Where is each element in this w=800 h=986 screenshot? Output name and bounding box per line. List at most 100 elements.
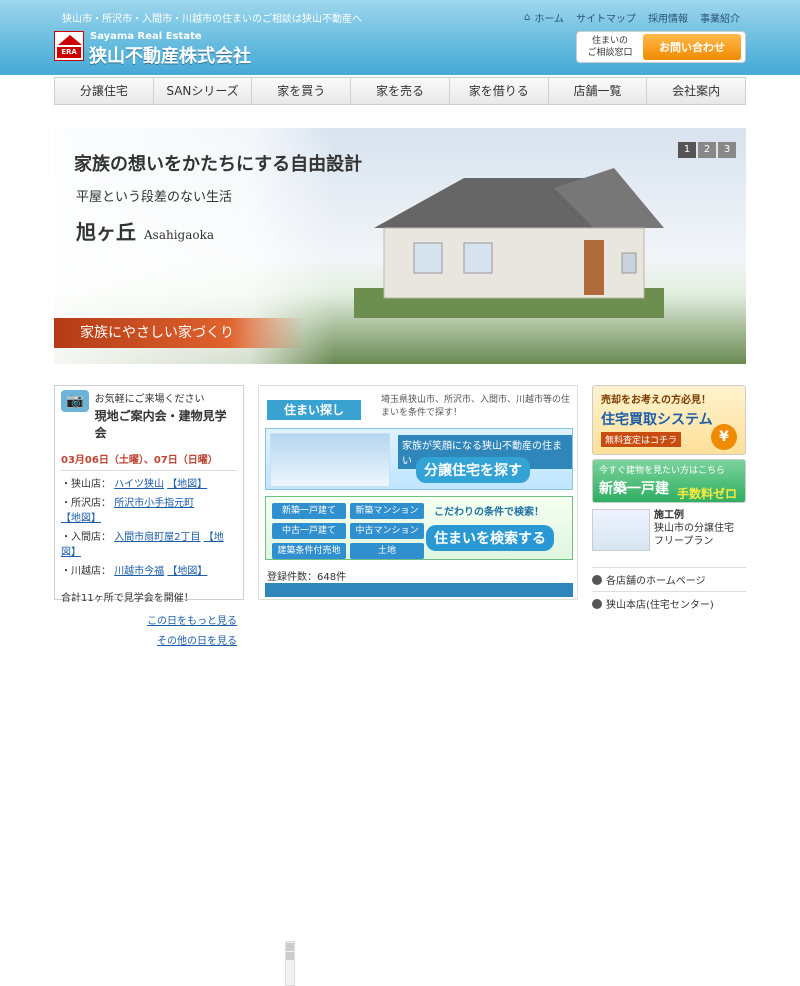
top-link-home[interactable]: ⌂ ホーム xyxy=(524,10,564,25)
open-house-list: ・狭山店： ハイツ狭山 【地図】 ・所沢店： 所沢市小手指元町 【地図】 ・入間… xyxy=(61,475,237,577)
nav-item-san-series[interactable]: SANシリーズ xyxy=(154,78,253,104)
open-house-row: ・狭山店： ハイツ狭山 【地図】 xyxy=(61,475,237,490)
category-new-house[interactable]: 新築一戸建て xyxy=(272,503,346,519)
category-grid: 新築一戸建て 新築マンション 中古一戸建て 中古マンション 建築条件付売地 土地 xyxy=(272,503,424,559)
category-used-mansion[interactable]: 中古マンション xyxy=(350,523,424,539)
example-photo xyxy=(592,509,650,551)
more-links: この日をもっと見る その他の日を見る xyxy=(61,612,237,647)
top-link-home-label: ホーム xyxy=(534,14,565,25)
example-desc: 狭山市の分譲住宅 フリープラン xyxy=(654,523,734,547)
other-days-link[interactable]: その他の日を見る xyxy=(157,632,237,647)
nav-item-sell[interactable]: 家を売る xyxy=(351,78,450,104)
location-link[interactable]: 川越市今福 xyxy=(114,566,164,577)
example-text: 施工例 狭山市の分譲住宅 フリープラン xyxy=(654,509,734,551)
search-description: 埼玉県狭山市、所沢市、入間市、川越市等の住まいを条件で探す！ xyxy=(381,395,571,418)
nav-item-rent[interactable]: 家を借りる xyxy=(450,78,549,104)
buyback-title: 住宅買取システム xyxy=(601,412,713,428)
map-link[interactable]: 【地図】 xyxy=(167,479,207,490)
house-illustration xyxy=(354,168,664,318)
hero-page-1[interactable]: 1 xyxy=(678,142,696,158)
store-label: ・所沢店： xyxy=(61,498,111,509)
camera-icon: 📷 xyxy=(61,390,89,412)
buyback-note: 無料査定はコチラ xyxy=(601,432,682,447)
era-logo[interactable]: ERA xyxy=(54,31,84,61)
top-link-sitemap[interactable]: サイトマップ xyxy=(576,10,636,25)
home-search-panel: 住まい探し 埼玉県狭山市、所沢市、入間市、川越市等の住まいを条件で探す！ 家族が… xyxy=(258,385,578,600)
category-used-house[interactable]: 中古一戸建て xyxy=(272,523,346,539)
nav-item-bunjo[interactable]: 分譲住宅 xyxy=(55,78,154,104)
tagline: 狭山市・所沢市・入間市・川越市の住まいのご相談は狭山不動産へ xyxy=(62,14,362,25)
new-house-top: 今すぐ建物を見たい方はこちら xyxy=(599,466,726,476)
location-link[interactable]: 所沢市小手指元町 xyxy=(114,498,194,509)
open-house-panel: 📷 お気軽にご来場ください 現地ご案内会・建物見学会 03月06日（土曜）、07… xyxy=(54,385,295,986)
category-new-mansion[interactable]: 新築マンション xyxy=(350,503,424,519)
site-header: 狭山市・所沢市・入間市・川越市の住まいのご相談は狭山不動産へ ⌂ ホーム サイト… xyxy=(0,0,800,75)
registration-count: 登録件数：648件 xyxy=(267,568,346,583)
brand-jp: 狭山不動産株式会社 xyxy=(89,46,251,67)
search-tag: 住まい探し xyxy=(267,400,361,420)
new-house-title: 新築一戸建 xyxy=(599,481,669,497)
nav-item-stores[interactable]: 店舗一覧 xyxy=(549,78,648,104)
visit-scrollbar[interactable] xyxy=(285,941,295,986)
open-house-date: 03月06日（土曜）、07日（日曜） xyxy=(61,451,237,471)
bullet-icon xyxy=(592,598,602,609)
open-house-row: ・入間店： 入間市扇町屋2丁目 【地図】 xyxy=(61,528,237,558)
yen-icon: ¥ xyxy=(711,424,737,450)
hero-banner: 家族にやさしい家づくり xyxy=(54,318,304,348)
open-house-row: ・川越店： 川越市今福 【地図】 xyxy=(61,562,237,577)
scroll-up-icon[interactable] xyxy=(286,943,294,951)
example-link[interactable]: 施工例 狭山市の分譲住宅 フリープラン xyxy=(592,509,746,551)
sayama-main-store-link[interactable]: 狭山本店(住宅センター) xyxy=(592,591,746,615)
bunjo-search-button[interactable]: 分譲住宅を探す xyxy=(416,457,530,483)
open-house-total: 合計11ヶ所で見学会を開催！ xyxy=(61,593,194,604)
consult-box: 住まいの ご相談窓口 お問い合わせ xyxy=(576,31,746,63)
nav-item-company[interactable]: 会社案内 xyxy=(647,78,745,104)
contact-button[interactable]: お問い合わせ xyxy=(643,34,741,60)
brand-en: Sayama Real Estate xyxy=(90,31,202,42)
store-label: ・川越店： xyxy=(61,566,111,577)
hero-page-3[interactable]: 3 xyxy=(718,142,736,158)
store-homepages-label: 各店舗のホームページ xyxy=(606,576,706,587)
open-house-header: 📷 お気軽にご来場ください 現地ご案内会・建物見学会 xyxy=(61,390,237,441)
new-house-banner[interactable]: 今すぐ建物を見たい方はこちら 新築一戸建 手数料ゼロ xyxy=(592,459,746,503)
bunjo-search-card[interactable]: 家族が笑顔になる狭山不動産の住まい 分譲住宅を探す xyxy=(265,428,573,490)
open-house-row: ・所沢店： 所沢市小手指元町 【地図】 xyxy=(61,494,237,524)
house-photo xyxy=(270,433,390,487)
hero-page-2[interactable]: 2 xyxy=(698,142,716,158)
location-link[interactable]: 入間市扇町屋2丁目 xyxy=(114,532,200,543)
store-links: 各店舗のホームページ 狭山本店(住宅センター) xyxy=(592,567,746,615)
logo-text: ERA xyxy=(57,47,81,58)
top-links: ⌂ ホーム サイトマップ 採用情報 事業紹介 xyxy=(524,10,740,25)
hero-subheadline: 平屋という段差のない生活 xyxy=(76,190,233,205)
store-homepages-link[interactable]: 各店舗のホームページ xyxy=(592,567,746,591)
consult-text: 住まいの ご相談窓口 xyxy=(587,36,633,58)
top-link-recruit[interactable]: 採用情報 xyxy=(648,10,688,25)
top-link-business[interactable]: 事業紹介 xyxy=(700,10,740,25)
open-house-small: お気軽にご来場ください xyxy=(94,394,205,405)
store-label: ・入間店： xyxy=(61,532,111,543)
map-link[interactable]: 【地図】 xyxy=(167,566,207,577)
registration-count-value: 648件 xyxy=(317,572,347,583)
home-icon: ⌂ xyxy=(524,12,531,23)
scroll-down-icon[interactable] xyxy=(286,952,294,960)
condition-search-card: 新築一戸建て 新築マンション 中古一戸建て 中古マンション 建築条件付売地 土地… xyxy=(265,496,573,560)
open-house-title: 現地ご案内会・建物見学会 xyxy=(94,409,227,440)
buyback-banner[interactable]: 売却をお考えの方必見！ 住宅買取システム 無料査定はコチラ ¥ xyxy=(592,385,746,455)
location-link[interactable]: ハイツ狭山 xyxy=(114,479,164,490)
category-building-land[interactable]: 建築条件付売地 xyxy=(272,543,346,559)
hero-pager: 1 2 3 xyxy=(678,142,736,158)
hero-slider[interactable]: 家族の想いをかたちにする自由設計 平屋という段差のない生活 旭ヶ丘 Asahiga… xyxy=(54,128,746,364)
category-land[interactable]: 土地 xyxy=(350,543,424,559)
main-nav: 分譲住宅 SANシリーズ 家を買う 家を売る 家を借りる 店舗一覧 会社案内 xyxy=(54,77,746,105)
sayama-main-store-label: 狭山本店(住宅センター) xyxy=(606,600,714,611)
hero-headline: 家族の想いをかたちにする自由設計 xyxy=(74,154,363,175)
registration-count-label: 登録件数： xyxy=(267,572,317,583)
logo-roof xyxy=(58,35,82,45)
condition-search-button[interactable]: 住まいを検索する xyxy=(426,525,554,551)
condition-note: こだわりの条件で検索！ xyxy=(434,507,544,518)
example-title: 施工例 xyxy=(654,510,684,521)
bottom-strip xyxy=(265,583,573,597)
nav-item-buy[interactable]: 家を買う xyxy=(252,78,352,104)
more-this-day-link[interactable]: この日をもっと見る xyxy=(147,612,237,627)
map-link[interactable]: 【地図】 xyxy=(61,513,101,524)
